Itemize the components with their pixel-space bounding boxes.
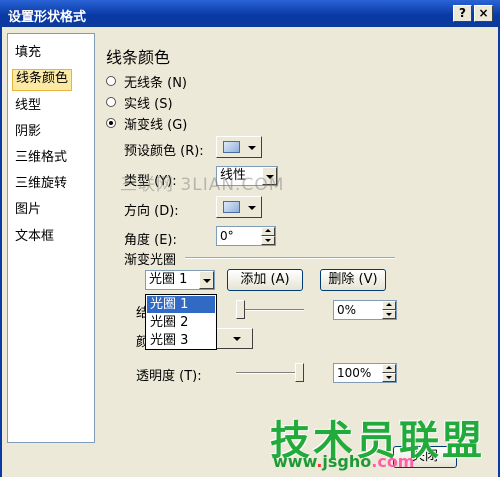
stop-color-dropdown[interactable] (213, 328, 253, 349)
direction-label: 方向 (D): (124, 204, 179, 219)
stop-list-popup: 光圈 1 光圈 2 光圈 3 (145, 294, 217, 350)
gradient-line-radio[interactable] (106, 118, 116, 128)
sidebar-item-3d-format[interactable]: 三维格式 (12, 148, 70, 168)
gradient-stops-header: 渐变光圈 (124, 253, 177, 268)
spin-up-icon[interactable] (382, 364, 396, 373)
spin-down-icon[interactable] (382, 310, 396, 319)
category-list: 填充 线条颜色 线型 阴影 三维格式 三维旋转 图片 文本框 (7, 33, 95, 443)
help-button[interactable]: ? (453, 5, 472, 22)
spin-down-icon[interactable] (382, 373, 396, 382)
stop-position-spinner[interactable]: 0% (333, 300, 397, 320)
stop-position-value: 0% (337, 303, 357, 317)
chevron-down-icon (203, 279, 211, 283)
chevron-down-icon (233, 337, 241, 341)
sidebar-item-line-color[interactable]: 线条颜色 (12, 69, 73, 91)
gradient-line-label: 渐变线 (G) (124, 118, 188, 133)
transparency-track (236, 372, 304, 374)
angle-value: 0° (220, 229, 234, 243)
title-bar: 设置形状格式 ? × (0, 0, 500, 27)
no-line-radio[interactable] (106, 76, 116, 86)
preset-color-label: 预设颜色 (R): (124, 144, 204, 159)
window-title: 设置形状格式 (8, 10, 87, 25)
gradient-stop-select[interactable]: 光圈 1 (145, 270, 215, 290)
stop-option-1[interactable]: 光圈 1 (147, 296, 215, 313)
watermark-url: www.jsgho.com (273, 452, 414, 471)
close-button[interactable]: × (474, 5, 493, 22)
stop-select-value: 光圈 1 (149, 272, 188, 287)
stop-option-2[interactable]: 光圈 2 (147, 314, 215, 331)
spin-up-icon[interactable] (382, 301, 396, 310)
chevron-down-icon (248, 206, 256, 210)
transparency-label: 透明度 (T): (136, 369, 202, 384)
chevron-down-icon (248, 146, 256, 150)
add-stop-button[interactable]: 添加 (A) (227, 269, 303, 291)
sidebar-item-text-box[interactable]: 文本框 (12, 227, 57, 247)
angle-label: 角度 (E): (124, 233, 177, 248)
url-domain: jsgho (322, 452, 372, 471)
stop-option-3[interactable]: 光圈 3 (147, 332, 215, 349)
sidebar-item-picture[interactable]: 图片 (12, 200, 44, 220)
stop-position-track (236, 309, 304, 311)
spin-down-icon[interactable] (261, 236, 275, 245)
sidebar-item-fill[interactable]: 填充 (12, 43, 44, 63)
solid-line-radio[interactable] (106, 97, 116, 107)
stop-position-slider[interactable] (236, 300, 245, 319)
solid-line-label: 实线 (S) (124, 97, 173, 112)
delete-stop-button[interactable]: 删除 (V) (320, 269, 386, 291)
preset-color-swatch (223, 141, 240, 153)
transparency-spinner[interactable]: 100% (333, 363, 397, 383)
sidebar-item-3d-rotation[interactable]: 三维旋转 (12, 174, 70, 194)
sidebar-item-shadow[interactable]: 阴影 (12, 122, 44, 142)
preset-color-dropdown[interactable] (216, 136, 262, 158)
transparency-value: 100% (337, 366, 372, 380)
stop-select-button[interactable] (199, 271, 214, 289)
group-divider (185, 257, 395, 259)
sidebar-item-line-style[interactable]: 线型 (12, 96, 44, 116)
watermark-text: 三联网 3LIAN.COM (120, 175, 285, 195)
spin-up-icon[interactable] (261, 227, 275, 236)
angle-spinner[interactable]: 0° (216, 226, 276, 246)
url-www: www (273, 452, 317, 471)
direction-swatch (223, 201, 240, 213)
transparency-slider[interactable] (295, 363, 304, 382)
url-tld: .com (371, 452, 415, 471)
section-title: 线条颜色 (106, 48, 171, 67)
direction-dropdown[interactable] (216, 196, 262, 218)
no-line-label: 无线条 (N) (124, 76, 188, 91)
